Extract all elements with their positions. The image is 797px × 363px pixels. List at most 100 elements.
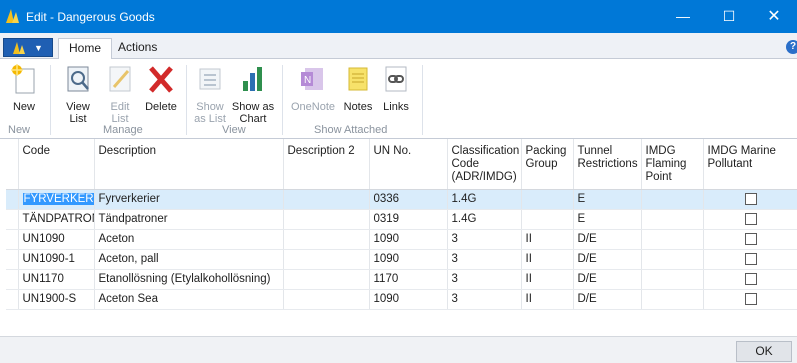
cell-code[interactable]: UN1900-S bbox=[18, 289, 95, 310]
cell-packing-group[interactable]: II bbox=[521, 289, 574, 310]
cell-description[interactable]: Etanollösning (Etylalkohollösning) bbox=[94, 269, 284, 290]
edit-list-button[interactable]: Edit List bbox=[100, 63, 140, 125]
cell-classification[interactable]: 1.4G bbox=[447, 189, 522, 210]
row-selector[interactable] bbox=[6, 229, 19, 250]
table-row[interactable]: UN1090 Aceton 1090 3 II D/E bbox=[6, 229, 797, 250]
cell-packing-group[interactable] bbox=[521, 189, 574, 210]
delete-button-label: Delete bbox=[145, 101, 177, 113]
close-button[interactable]: ✕ bbox=[751, 0, 797, 33]
column-header[interactable]: Description 2 bbox=[283, 139, 370, 190]
cell-un-no[interactable]: 1090 bbox=[369, 229, 448, 250]
tab-actions[interactable]: Actions bbox=[108, 38, 167, 59]
table-row[interactable]: UN1170 Etanollösning (Etylalkohollösning… bbox=[6, 269, 797, 290]
column-header[interactable]: UN No. bbox=[369, 139, 448, 190]
table-row[interactable]: UN1090-1 Aceton, pall 1090 3 II D/E bbox=[6, 249, 797, 270]
cell-description[interactable]: Aceton Sea bbox=[94, 289, 284, 310]
cell-classification[interactable]: 3 bbox=[447, 289, 522, 310]
cell-description-2[interactable] bbox=[283, 229, 370, 250]
application-menu-button[interactable]: ▼ bbox=[3, 38, 53, 57]
cell-code[interactable]: UN1170 bbox=[18, 269, 95, 290]
cell-tunnel[interactable]: D/E bbox=[573, 249, 642, 270]
svg-text:N: N bbox=[304, 75, 311, 86]
maximize-button[interactable]: ☐ bbox=[706, 0, 752, 33]
onenote-button-label: OneNote bbox=[290, 101, 336, 113]
ok-button[interactable]: OK bbox=[736, 341, 792, 362]
show-as-chart-button[interactable]: Show as Chart bbox=[231, 63, 275, 125]
cell-flaming-point[interactable] bbox=[641, 229, 704, 250]
row-selector[interactable] bbox=[6, 209, 19, 230]
help-icon[interactable]: ? bbox=[786, 40, 797, 54]
cell-code[interactable]: UN1090-1 bbox=[18, 249, 95, 270]
cell-classification[interactable]: 3 bbox=[447, 249, 522, 270]
delete-button[interactable]: Delete bbox=[143, 63, 179, 113]
marine-pollutant-checkbox[interactable] bbox=[744, 252, 757, 265]
onenote-button[interactable]: N OneNote bbox=[288, 63, 338, 113]
show-as-list-button[interactable]: Show as List bbox=[190, 63, 230, 125]
table-row[interactable]: FYRVERKERI Fyrverkerier 0336 1.4G E bbox=[6, 189, 797, 210]
cell-un-no[interactable]: 0319 bbox=[369, 209, 448, 230]
cell-flaming-point[interactable] bbox=[641, 249, 704, 270]
marine-pollutant-checkbox[interactable] bbox=[744, 272, 757, 285]
row-selector[interactable] bbox=[6, 289, 19, 310]
cell-flaming-point[interactable] bbox=[641, 209, 704, 230]
row-selector[interactable] bbox=[6, 269, 19, 290]
column-header[interactable]: Description bbox=[94, 139, 284, 190]
new-button[interactable]: New bbox=[6, 63, 42, 113]
column-header[interactable]: Packing Group bbox=[521, 139, 574, 190]
cell-code[interactable]: UN1090 bbox=[18, 229, 95, 250]
cell-description-2[interactable] bbox=[283, 189, 370, 210]
cell-un-no[interactable]: 1090 bbox=[369, 249, 448, 270]
cell-tunnel[interactable]: D/E bbox=[573, 289, 642, 310]
cell-tunnel[interactable]: E bbox=[573, 209, 642, 230]
tab-home[interactable]: Home bbox=[58, 38, 113, 60]
marine-pollutant-checkbox[interactable] bbox=[744, 212, 757, 225]
cell-description[interactable]: Aceton, pall bbox=[94, 249, 284, 270]
notes-button[interactable]: Notes bbox=[340, 63, 376, 113]
column-header[interactable]: IMDG Flaming Point bbox=[641, 139, 704, 190]
links-button[interactable]: Links bbox=[379, 63, 413, 113]
cell-description-2[interactable] bbox=[283, 209, 370, 230]
table-row[interactable]: UN1900-S Aceton Sea 1090 3 II D/E bbox=[6, 289, 797, 310]
cell-flaming-point[interactable] bbox=[641, 189, 704, 210]
column-header[interactable]: Tunnel Restrictions bbox=[573, 139, 642, 190]
cell-code[interactable]: TÄNDPATRON bbox=[18, 209, 95, 230]
cell-un-no[interactable]: 1170 bbox=[369, 269, 448, 290]
column-header[interactable]: Classification Code (ADR/IMDG) bbox=[447, 139, 522, 190]
cell-classification[interactable]: 3 bbox=[447, 269, 522, 290]
cell-packing-group[interactable] bbox=[521, 209, 574, 230]
cell-un-no[interactable]: 1090 bbox=[369, 289, 448, 310]
group-label-manage: Manage bbox=[103, 124, 143, 136]
cell-description[interactable]: Aceton bbox=[94, 229, 284, 250]
cell-marine-pollutant bbox=[703, 249, 797, 270]
cell-description-2[interactable] bbox=[283, 249, 370, 270]
marine-pollutant-checkbox[interactable] bbox=[744, 292, 757, 305]
dangerous-goods-grid: Code Description Description 2 UN No. Cl… bbox=[6, 139, 797, 335]
marine-pollutant-checkbox[interactable] bbox=[744, 192, 757, 205]
cell-tunnel[interactable]: D/E bbox=[573, 229, 642, 250]
cell-description[interactable]: Tändpatroner bbox=[94, 209, 284, 230]
cell-packing-group[interactable]: II bbox=[521, 269, 574, 290]
row-selector[interactable] bbox=[6, 189, 19, 210]
cell-flaming-point[interactable] bbox=[641, 289, 704, 310]
cell-classification[interactable]: 3 bbox=[447, 229, 522, 250]
cell-classification[interactable]: 1.4G bbox=[447, 209, 522, 230]
cell-code[interactable]: FYRVERKERI bbox=[18, 189, 95, 210]
cell-description-2[interactable] bbox=[283, 289, 370, 310]
table-row[interactable]: TÄNDPATRON Tändpatroner 0319 1.4G E bbox=[6, 209, 797, 230]
minimize-button[interactable]: — bbox=[660, 0, 706, 33]
cell-packing-group[interactable]: II bbox=[521, 249, 574, 270]
code-value[interactable]: FYRVERKERI bbox=[22, 193, 93, 205]
row-selector[interactable] bbox=[6, 249, 19, 270]
cell-description[interactable]: Fyrverkerier bbox=[94, 189, 284, 210]
cell-description-2[interactable] bbox=[283, 269, 370, 290]
column-header[interactable]: IMDG Marine Pollutant bbox=[703, 139, 797, 190]
column-header[interactable]: Code bbox=[18, 139, 95, 190]
title-bar: Edit - Dangerous Goods — ☐ ✕ bbox=[0, 0, 797, 33]
cell-flaming-point[interactable] bbox=[641, 269, 704, 290]
marine-pollutant-checkbox[interactable] bbox=[744, 232, 757, 245]
cell-tunnel[interactable]: E bbox=[573, 189, 642, 210]
cell-tunnel[interactable]: D/E bbox=[573, 269, 642, 290]
view-list-button[interactable]: View List bbox=[58, 63, 98, 125]
cell-un-no[interactable]: 0336 bbox=[369, 189, 448, 210]
cell-packing-group[interactable]: II bbox=[521, 229, 574, 250]
